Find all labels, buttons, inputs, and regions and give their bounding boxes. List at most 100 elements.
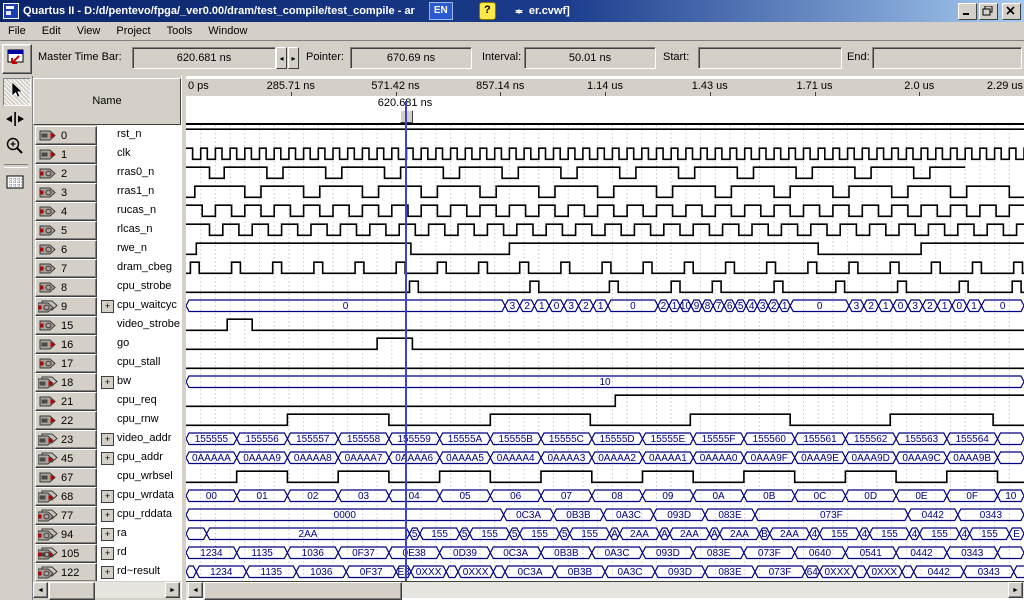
snap-to-transition-icon[interactable] (3, 107, 29, 133)
signal-row[interactable]: 15video_strobe (33, 315, 181, 334)
expand-icon[interactable]: + (101, 528, 114, 541)
signal-row[interactable]: 3rras1_n (33, 182, 181, 201)
signal-index-badge[interactable]: 94 (35, 525, 97, 544)
signal-name: bw (117, 375, 131, 387)
expand-icon[interactable]: + (101, 547, 114, 560)
ruler-label: 857.14 ns (476, 80, 524, 92)
signal-index-badge[interactable]: 0 (35, 126, 97, 145)
menu-view[interactable]: View (69, 23, 109, 39)
signal-row[interactable]: 1clk (33, 144, 181, 163)
expand-icon[interactable]: + (101, 452, 114, 465)
signal-index-badge[interactable]: 105 (35, 544, 97, 563)
signal-row[interactable]: 4rucas_n (33, 201, 181, 220)
language-options-icon[interactable] (514, 4, 523, 18)
end-field[interactable] (872, 47, 1022, 69)
signal-index-badge[interactable]: 77 (35, 506, 97, 525)
expand-icon[interactable]: + (101, 566, 114, 579)
signal-name: cpu_rddata (117, 508, 172, 520)
signal-row[interactable]: 2rras0_n (33, 163, 181, 182)
signal-index-badge[interactable]: 68 (35, 487, 97, 506)
signal-row[interactable]: 94+ra (33, 524, 181, 543)
scroll-right-icon[interactable]: ► (1008, 582, 1023, 598)
signal-index-badge[interactable]: 18 (35, 373, 97, 392)
signal-row[interactable]: 22cpu_rnw (33, 410, 181, 429)
signal-index: 77 (61, 510, 73, 522)
signal-index-badge[interactable]: 45 (35, 449, 97, 468)
menu-edit[interactable]: Edit (34, 23, 69, 39)
help-bubble-icon[interactable]: ? (479, 2, 496, 20)
menu-window[interactable]: Window (200, 23, 255, 39)
name-panel-scrollbar[interactable]: ◄ ► (33, 582, 181, 598)
expand-icon[interactable]: + (101, 300, 114, 313)
signal-row[interactable]: 21cpu_req (33, 391, 181, 410)
signal-index-badge[interactable]: 3 (35, 183, 97, 202)
output-pin-icon (38, 262, 58, 275)
signal-row[interactable]: 16go (33, 334, 181, 353)
svg-text:1: 1 (942, 301, 948, 312)
signal-index-badge[interactable]: 8 (35, 278, 97, 297)
scroll-left-icon[interactable]: ◄ (33, 582, 48, 598)
signal-row[interactable]: 105+rd (33, 543, 181, 562)
signal-row[interactable]: 68+cpu_wrdata (33, 486, 181, 505)
signal-row[interactable]: 17cpu_stall (33, 353, 181, 372)
restore-button[interactable] (979, 3, 998, 20)
signal-index-badge[interactable]: 2 (35, 164, 97, 183)
signal-index-badge[interactable]: 7 (35, 259, 97, 278)
title-bar[interactable]: Quartus II - D:/d/pentevo/fpga/_ver0.00/… (0, 0, 1024, 22)
bus-group-icon (38, 452, 58, 465)
signal-index-badge[interactable]: 21 (35, 392, 97, 411)
signal-index-badge[interactable]: 23 (35, 430, 97, 449)
signal-index-badge[interactable]: 4 (35, 202, 97, 221)
master-time-bar-field[interactable]: 620.681 ns (132, 47, 276, 69)
signal-index-badge[interactable]: 5 (35, 221, 97, 240)
expand-icon[interactable]: + (101, 509, 114, 522)
report-window-button[interactable] (2, 44, 32, 74)
scroll-left-icon[interactable]: ◄ (188, 582, 203, 598)
signal-row[interactable]: 8cpu_strobe (33, 277, 181, 296)
signal-index-badge[interactable]: 1 (35, 145, 97, 164)
master-time-band[interactable]: 620.681 ns (186, 96, 1024, 123)
signal-row[interactable]: 45+cpu_addr (33, 448, 181, 467)
language-badge[interactable]: EN (429, 2, 453, 20)
timeline-ruler[interactable]: 0 ps285.71 ns571.42 ns857.14 ns1.14 us1.… (186, 78, 1024, 97)
expand-icon[interactable]: + (101, 490, 114, 503)
signal-index-badge[interactable]: 16 (35, 335, 97, 354)
signal-index-badge[interactable]: 67 (35, 468, 97, 487)
signal-row[interactable]: 9+cpu_waitcyc (33, 296, 181, 315)
wave-panel-scrollbar[interactable]: ◄ ► (186, 582, 1024, 598)
scroll-right-icon[interactable]: ► (165, 582, 180, 598)
menu-project[interactable]: Project (108, 23, 158, 39)
expand-icon[interactable]: + (101, 433, 114, 446)
time-cursor[interactable] (405, 101, 407, 581)
svg-text:2AA: 2AA (730, 529, 749, 540)
signal-row[interactable]: 18 +bw (33, 372, 181, 391)
signal-row[interactable]: 67cpu_wrbsel (33, 467, 181, 486)
master-time-spin-right-icon[interactable]: ▸ (288, 47, 299, 69)
start-field[interactable] (698, 47, 842, 69)
selection-tool-button[interactable] (3, 78, 31, 106)
signal-row[interactable]: 77 +cpu_rddata (33, 505, 181, 524)
scrollbar-thumb[interactable] (49, 582, 95, 600)
menu-file[interactable]: File (0, 23, 34, 39)
signal-row[interactable]: 7dram_cbeg (33, 258, 181, 277)
signal-row[interactable]: 23+video_addr (33, 429, 181, 448)
zoom-tool-icon[interactable] (3, 134, 29, 160)
full-screen-grid-icon[interactable] (3, 170, 29, 196)
signal-index-badge[interactable]: 17 (35, 354, 97, 373)
signal-row[interactable]: 5rlcas_n (33, 220, 181, 239)
expand-icon[interactable]: + (101, 376, 114, 389)
scrollbar-thumb[interactable] (204, 582, 402, 600)
signal-row[interactable]: 122+rd~result (33, 562, 181, 581)
signal-index-badge[interactable]: 22 (35, 411, 97, 430)
close-button[interactable] (1002, 3, 1021, 20)
waveform-canvas[interactable]: 0321032102110987654321032103210101015555… (186, 125, 1024, 581)
signal-row[interactable]: 6rwe_n (33, 239, 181, 258)
signal-index-badge[interactable]: 122 (35, 563, 97, 581)
master-time-spin-left-icon[interactable]: ◂ (276, 47, 287, 69)
signal-index-badge[interactable]: 6 (35, 240, 97, 259)
minimize-button[interactable] (958, 3, 977, 20)
menu-tools[interactable]: Tools (159, 23, 201, 39)
signal-row[interactable]: 0rst_n (33, 125, 181, 144)
signal-index-badge[interactable]: 9 (35, 297, 97, 316)
signal-index-badge[interactable]: 15 (35, 316, 97, 335)
